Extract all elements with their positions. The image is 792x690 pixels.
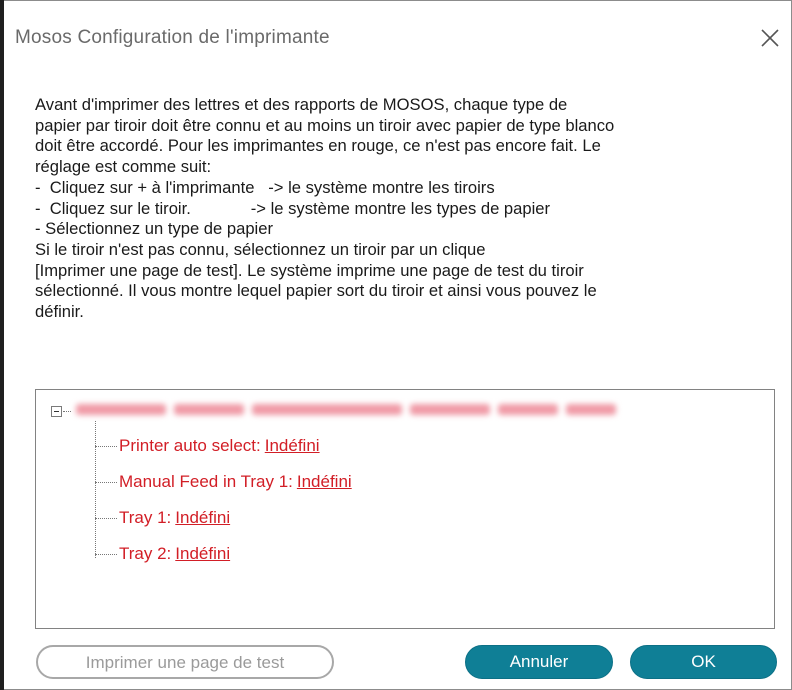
instruction-line: papier par tiroir doit être connu et au …	[35, 115, 615, 135]
print-test-page-button[interactable]: Imprimer une page de test	[36, 645, 334, 679]
instructions-text: Avant d'imprimer des lettres et des rapp…	[35, 95, 765, 323]
instruction-line: [Imprimer une page de test]. Le système …	[35, 260, 584, 280]
instruction-line: définir.	[35, 302, 84, 322]
instruction-line: réglage est comme suit:	[35, 157, 212, 177]
tree-connector	[63, 411, 71, 412]
collapse-toggle-icon[interactable]	[51, 406, 62, 417]
instruction-line: Si le tiroir n'est pas connu, sélectionn…	[35, 239, 486, 259]
dialog-title: Mosos Configuration de l'imprimante	[15, 27, 330, 48]
close-icon[interactable]	[757, 25, 783, 51]
paper-type-link[interactable]: Indéfini	[297, 472, 352, 491]
window-edge	[0, 0, 4, 690]
printer-name-blurred[interactable]	[76, 402, 636, 418]
paper-type-link[interactable]: Indéfini	[175, 508, 230, 527]
tree-branch-line	[95, 421, 96, 558]
printer-config-dialog: Mosos Configuration de l'imprimante Avan…	[0, 0, 792, 690]
instruction-line: doit être accordé. Pour les imprimantes …	[35, 136, 601, 156]
instruction-line: sélectionné. Il vous montre lequel papie…	[35, 281, 597, 301]
cancel-button[interactable]: Annuler	[465, 645, 613, 679]
paper-type-link[interactable]: Indéfini	[265, 436, 320, 455]
ok-button[interactable]: OK	[630, 645, 777, 679]
instruction-line: - Cliquez sur le tiroir. -> le système m…	[35, 198, 551, 218]
tray-label: Tray 2:	[119, 544, 172, 563]
paper-type-link[interactable]: Indéfini	[175, 544, 230, 563]
instruction-line: - Cliquez sur + à l'imprimante -> le sys…	[35, 177, 495, 197]
printer-tree[interactable]: Printer auto select: Indéfini Manual Feed…	[35, 389, 775, 629]
tray-label: Manual Feed in Tray 1:	[119, 472, 293, 491]
instruction-line: - Sélectionnez un type de papier	[35, 219, 274, 239]
instruction-line: Avant d'imprimer des lettres et des rapp…	[35, 95, 568, 114]
tray-label: Tray 1:	[119, 508, 172, 527]
tray-label: Printer auto select:	[119, 436, 261, 455]
